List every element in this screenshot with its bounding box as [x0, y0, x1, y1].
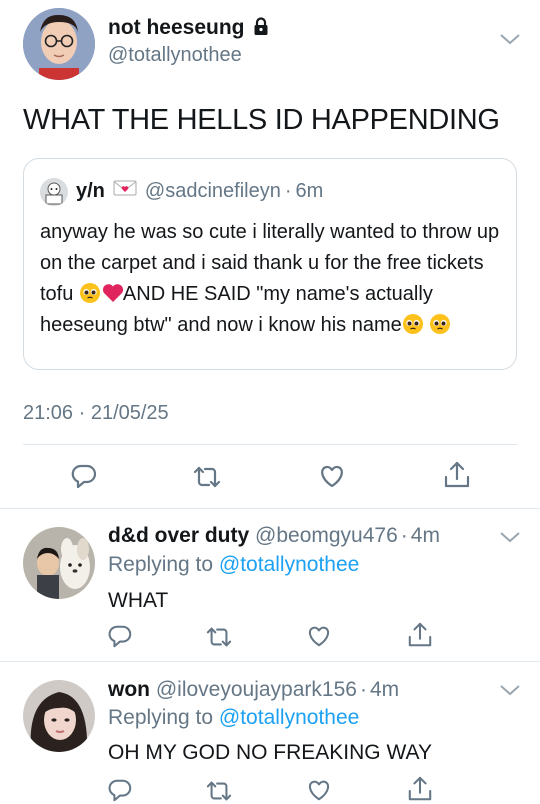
share-icon[interactable]	[407, 775, 433, 803]
like-icon[interactable]	[306, 624, 332, 648]
share-icon[interactable]	[407, 621, 433, 649]
quoted-handle: @sadcinefileyn	[144, 179, 281, 202]
quoted-tweet[interactable]: y/n @sadcinefileyn · 6m anyway he was so…	[23, 158, 517, 370]
avatar[interactable]	[23, 680, 95, 752]
lock-icon	[251, 16, 271, 41]
quoted-text: anyway he was so cute i literally wanted…	[40, 217, 510, 341]
handle[interactable]: @beomgyu476	[255, 524, 398, 547]
pleading-face-icon	[402, 313, 424, 335]
avatar	[40, 178, 68, 206]
chevron-down-icon[interactable]	[499, 32, 521, 51]
divider	[0, 508, 540, 509]
tweet-time: 4m	[410, 524, 440, 547]
like-icon[interactable]	[318, 463, 346, 489]
chevron-down-icon[interactable]	[499, 683, 521, 702]
divider	[0, 661, 540, 662]
display-name[interactable]: won	[108, 678, 150, 701]
tweet-time: 4m	[369, 678, 400, 701]
display-name[interactable]: d&d over duty	[108, 524, 249, 547]
retweet-icon[interactable]	[192, 463, 222, 491]
replying-to-link[interactable]: @totallynothee	[219, 706, 359, 729]
reply-icon[interactable]	[107, 777, 133, 803]
pleading-face-icon	[79, 282, 101, 304]
replying-to-label: Replying to	[108, 706, 219, 729]
quoted-display-name: y/n	[76, 179, 105, 202]
retweet-icon[interactable]	[205, 624, 233, 650]
divider	[23, 444, 517, 445]
share-icon[interactable]	[443, 460, 471, 490]
tweet-timestamp: 21:06 · 21/05/25	[23, 402, 169, 424]
separator-dot: ·	[359, 678, 367, 701]
chevron-down-icon[interactable]	[499, 530, 521, 549]
avatar[interactable]	[23, 527, 95, 599]
reply-icon[interactable]	[107, 623, 133, 649]
avatar[interactable]	[23, 8, 95, 80]
red-heart-icon	[101, 282, 123, 304]
reply-icon[interactable]	[70, 462, 98, 490]
reply-text: WHAT	[108, 589, 169, 612]
pleading-face-icon	[429, 313, 451, 335]
handle[interactable]: @iloveyoujaypark156	[156, 678, 357, 701]
display-name[interactable]: not heeseung	[108, 16, 245, 40]
separator-dot: ·	[284, 179, 292, 202]
reply-text: OH MY GOD NO FREAKING WAY	[108, 741, 432, 764]
retweet-icon[interactable]	[205, 778, 233, 804]
separator-dot: ·	[400, 524, 408, 547]
love-letter-icon	[113, 179, 137, 203]
handle[interactable]: @totallynothee	[108, 44, 242, 67]
tweet-text: WHAT THE HELLS ID HAPPENDING	[23, 104, 500, 136]
quoted-time: 6m	[295, 179, 324, 202]
replying-to-link[interactable]: @totallynothee	[219, 553, 359, 576]
replying-to-label: Replying to	[108, 553, 219, 576]
like-icon[interactable]	[306, 778, 332, 802]
